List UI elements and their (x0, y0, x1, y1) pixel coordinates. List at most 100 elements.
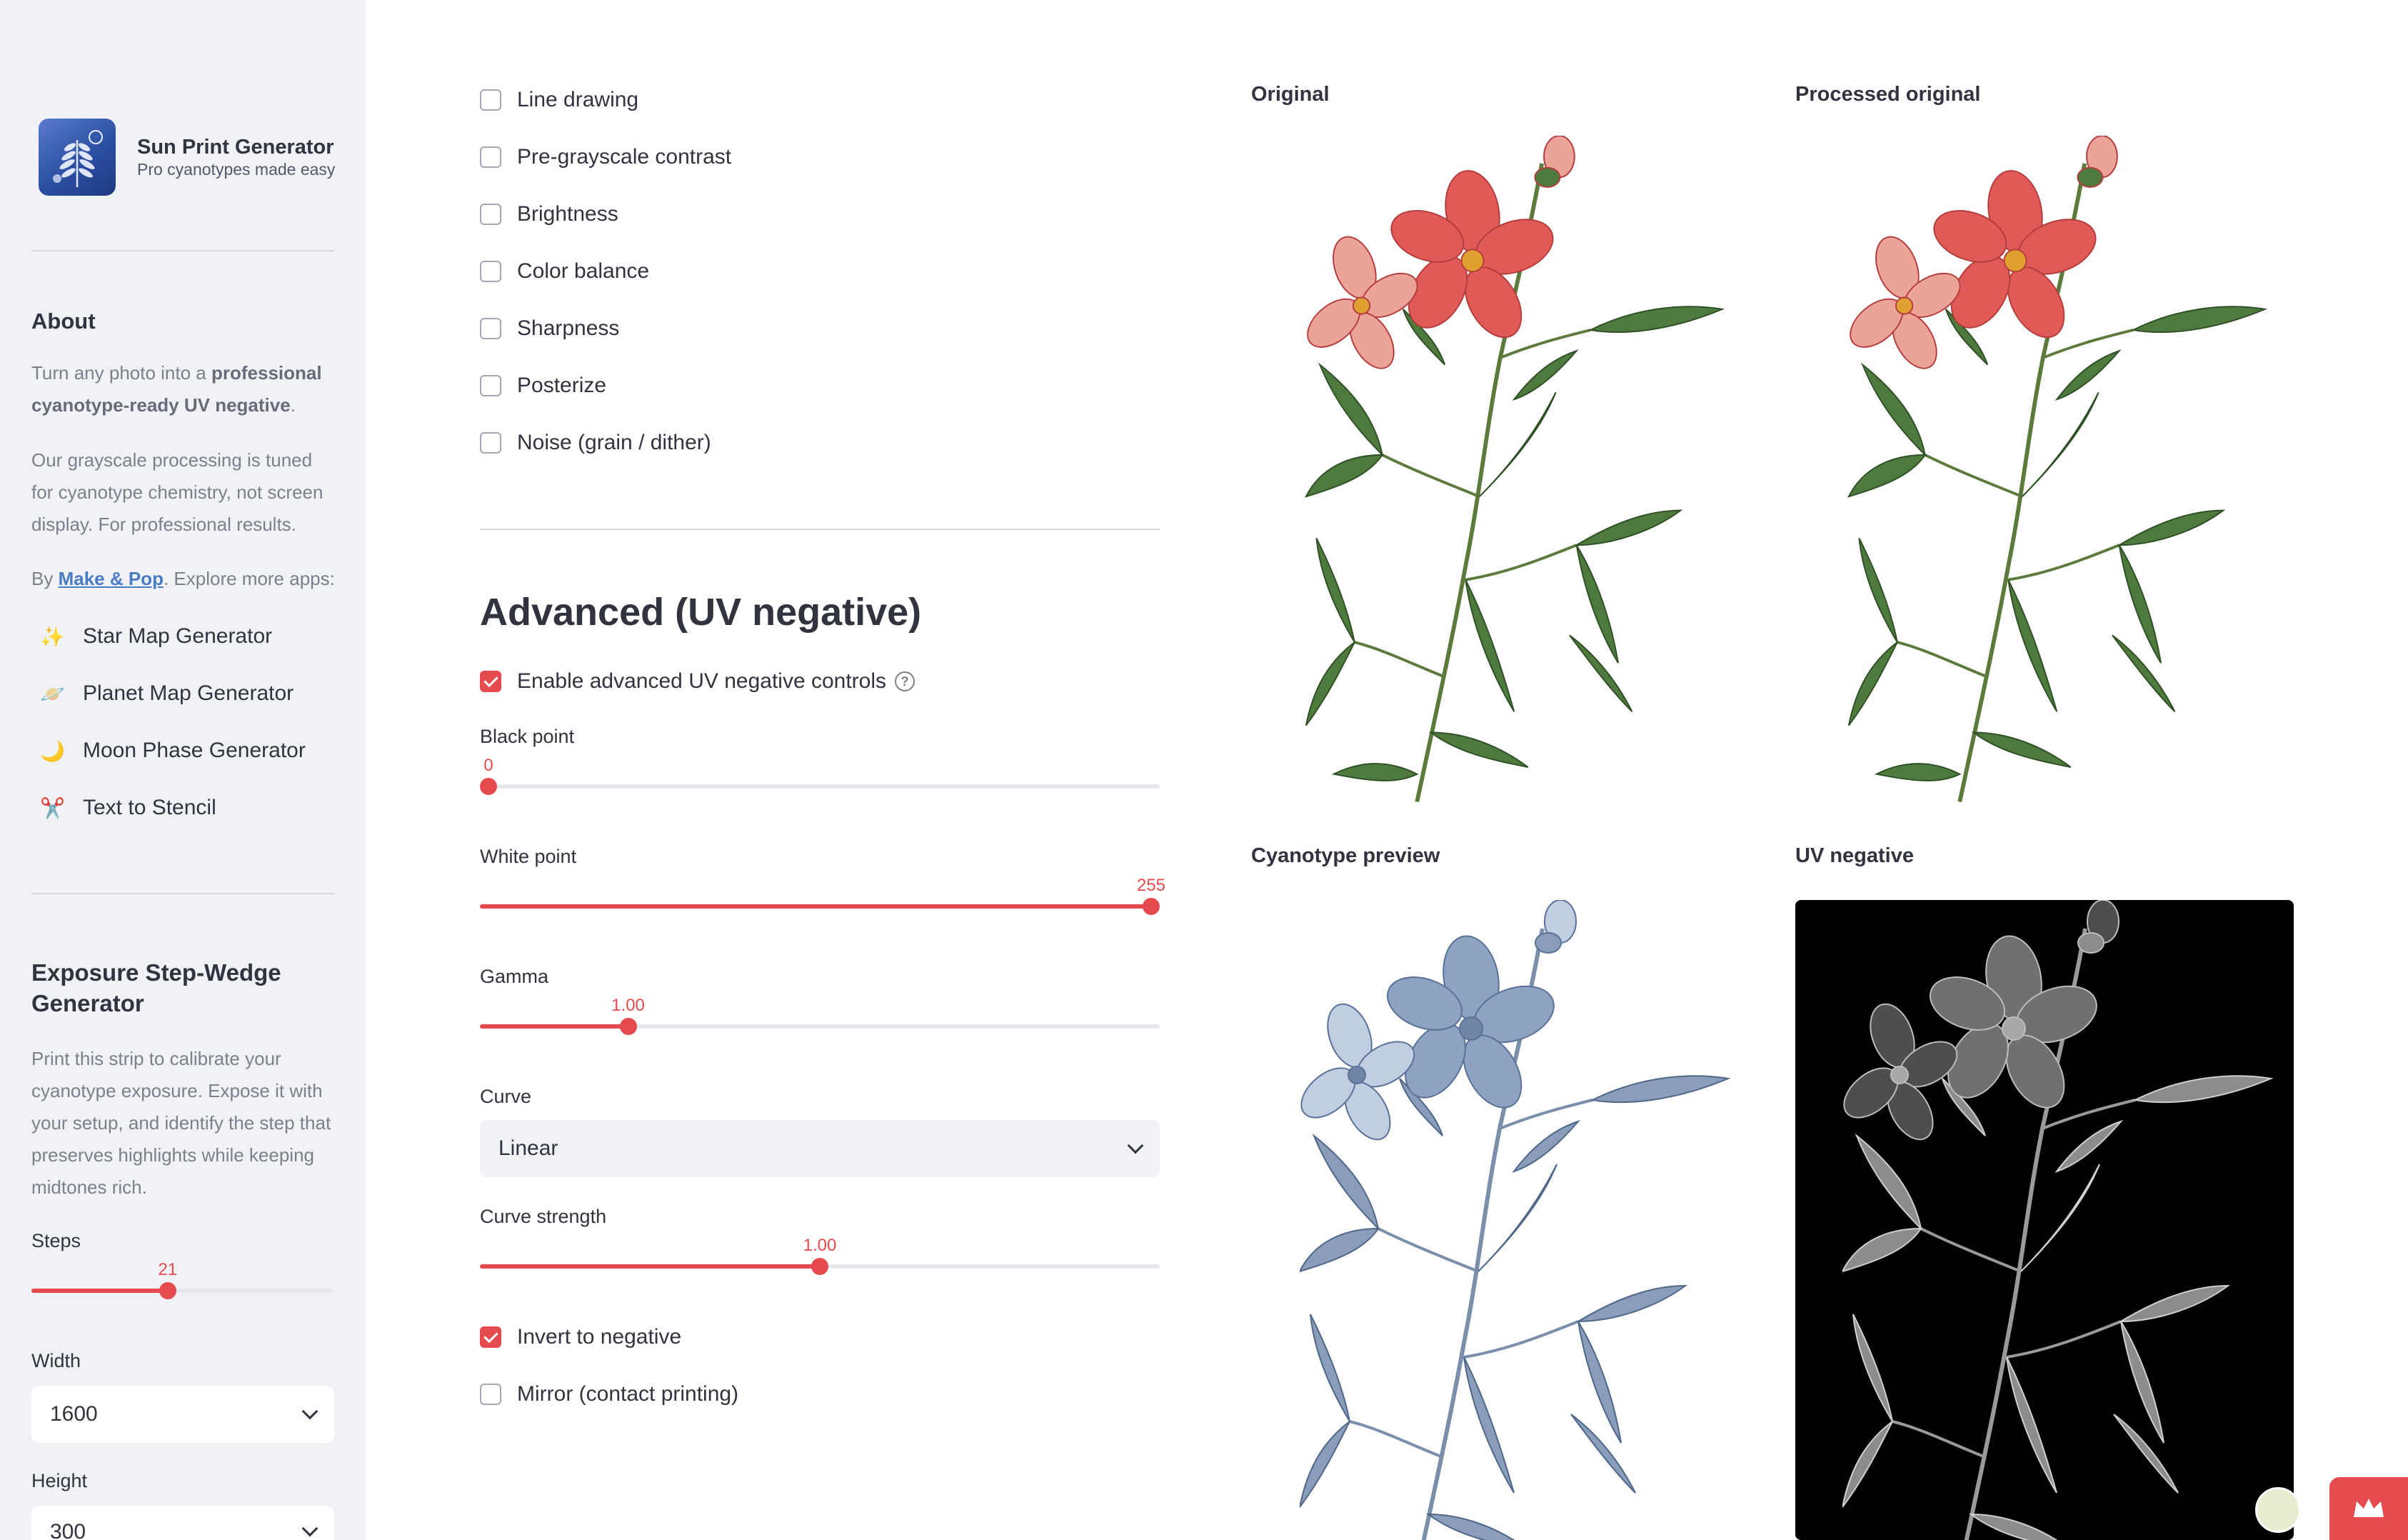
curve-label: Curve (480, 1086, 532, 1107)
chevron-down-icon (1127, 1137, 1144, 1154)
uv-negative-image (1795, 900, 2294, 1540)
stepwedge-heading: Exposure Step-Wedge Generator (31, 959, 281, 1016)
checkbox-noise[interactable]: Noise (grain / dither) (480, 429, 711, 457)
curve-strength-slider[interactable]: 1.00 (480, 1236, 1160, 1279)
height-select[interactable]: 300 (31, 1506, 334, 1540)
slider-thumb[interactable] (480, 778, 497, 795)
section-divider (480, 529, 1160, 530)
checkbox-enable-advanced[interactable]: Enable advanced UV negative controls ? (480, 667, 915, 696)
advanced-heading: Advanced (UV negative) (480, 591, 922, 634)
slider-thumb[interactable] (811, 1258, 828, 1275)
app-link-planet-map[interactable]: 🪐 Planet Map Generator (40, 676, 294, 711)
slider-fill (31, 1289, 168, 1293)
crown-button[interactable] (2329, 1477, 2408, 1540)
app-link-star-map[interactable]: ✨ Star Map Generator (40, 619, 272, 654)
moon-icon: 🌙 (40, 739, 65, 762)
checkbox-box[interactable] (480, 204, 501, 225)
checkbox-label: Invert to negative (517, 1325, 682, 1349)
sidebar-divider (31, 250, 334, 251)
gamma-label: Gamma (480, 966, 549, 987)
checkbox-box[interactable] (480, 318, 501, 339)
planet-icon: 🪐 (40, 682, 65, 705)
checkbox-label: Posterize (517, 374, 607, 397)
checkbox-box[interactable] (480, 671, 501, 692)
fern-icon (53, 130, 103, 187)
app-link-moon-phase[interactable]: 🌙 Moon Phase Generator (40, 733, 306, 769)
checkbox-line-drawing[interactable]: Line drawing (480, 86, 638, 114)
cyanotype-preview-image (1300, 900, 1742, 1540)
chevron-down-icon (301, 1403, 318, 1420)
checkbox-label: Color balance (517, 259, 650, 283)
slider-fill (480, 1264, 820, 1269)
checkbox-box[interactable] (480, 89, 501, 111)
crown-icon (2354, 1499, 2384, 1517)
height-select-value: 300 (50, 1520, 86, 1540)
about-intro: Turn any photo into a professional cyano… (31, 362, 322, 416)
app-logo (39, 119, 116, 196)
checkbox-box[interactable] (480, 375, 501, 396)
checkbox-box[interactable] (480, 146, 501, 168)
checkbox-label: Pre-grayscale contrast (517, 145, 732, 169)
slider-fill (480, 904, 1151, 909)
help-icon[interactable]: ? (895, 671, 915, 691)
sidebar: Sun Print Generator Pro cyanotypes made … (0, 0, 366, 1540)
white-point-slider[interactable]: 255 (480, 876, 1165, 919)
slider-value: 21 (158, 1260, 178, 1279)
curve-select-value: Linear (498, 1136, 558, 1160)
slider-thumb[interactable] (159, 1282, 176, 1299)
brand-subtitle: Pro cyanotypes made easy (137, 160, 336, 179)
processed-image (1842, 136, 2285, 816)
uv-negative-title: UV negative (1795, 844, 1914, 867)
slider-value: 0 (483, 756, 493, 775)
checkbox-invert-negative[interactable]: Invert to negative (480, 1323, 681, 1351)
scissors-icon: ✂️ (40, 796, 65, 819)
checkbox-brightness[interactable]: Brightness (480, 200, 618, 229)
cyanotype-title: Cyanotype preview (1251, 844, 1440, 867)
brand-title: Sun Print Generator (137, 136, 334, 159)
width-label: Width (31, 1350, 81, 1371)
checkbox-box[interactable] (480, 1384, 501, 1405)
slider-thumb[interactable] (619, 1018, 637, 1035)
slider-thumb[interactable] (1143, 898, 1160, 915)
gamma-slider[interactable]: 1.00 (480, 996, 1160, 1039)
checkbox-box[interactable] (480, 1326, 501, 1348)
slider-track (488, 784, 1160, 789)
checkbox-color-balance[interactable]: Color balance (480, 257, 649, 286)
curve-strength-label: Curve strength (480, 1206, 607, 1227)
about-byline: By Make & Pop. Explore more apps: (31, 568, 335, 589)
app-root: Sun Print Generator Pro cyanotypes made … (0, 0, 2408, 1540)
sidebar-divider (31, 893, 334, 894)
width-select[interactable]: 1600 (31, 1386, 334, 1443)
slider-fill (480, 1024, 628, 1029)
original-title: Original (1251, 83, 1330, 106)
app-link-label: Star Map Generator (83, 624, 273, 648)
height-label: Height (31, 1470, 88, 1491)
about-heading: About (31, 309, 96, 334)
stepwedge-description: Print this strip to calibrate your cyano… (31, 1048, 331, 1198)
checkbox-pre-grayscale-contrast[interactable]: Pre-grayscale contrast (480, 143, 731, 171)
black-point-slider[interactable]: 0 (480, 756, 1160, 799)
slider-value: 1.00 (611, 996, 645, 1015)
sparkles-icon: ✨ (40, 625, 65, 648)
make-and-pop-link[interactable]: Make & Pop (59, 568, 164, 589)
app-link-label: Text to Stencil (83, 796, 216, 819)
checkbox-box[interactable] (480, 261, 501, 282)
curve-select[interactable]: Linear (480, 1120, 1160, 1177)
app-link-text-to-stencil[interactable]: ✂️ Text to Stencil (40, 790, 216, 826)
app-link-label: Planet Map Generator (83, 681, 294, 705)
width-select-value: 1600 (50, 1402, 98, 1426)
steps-label: Steps (31, 1230, 81, 1251)
original-image (1300, 136, 1742, 816)
checkbox-box[interactable] (480, 432, 501, 454)
app-link-label: Moon Phase Generator (83, 739, 306, 762)
steps-slider[interactable]: 21 (31, 1260, 334, 1303)
checkbox-label: Line drawing (517, 88, 639, 111)
slider-value: 255 (1136, 876, 1166, 895)
slider-value: 1.00 (803, 1236, 837, 1255)
checkbox-label: Noise (grain / dither) (517, 431, 711, 454)
checkbox-sharpness[interactable]: Sharpness (480, 314, 619, 343)
checkbox-posterize[interactable]: Posterize (480, 371, 606, 400)
user-avatar[interactable] (2255, 1487, 2301, 1533)
checkbox-label: Brightness (517, 202, 618, 226)
checkbox-mirror[interactable]: Mirror (contact printing) (480, 1380, 738, 1409)
